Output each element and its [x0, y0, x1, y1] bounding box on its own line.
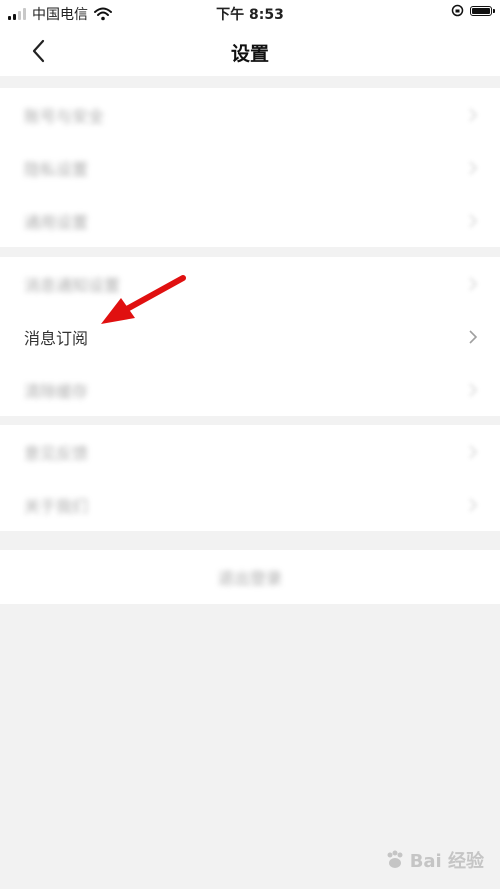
chevron-right-icon — [469, 497, 478, 512]
row-label: 通用设置 — [24, 212, 89, 232]
row-label: 清除缓存 — [24, 381, 89, 401]
status-time: 下午 8:53 — [216, 7, 284, 23]
battery-icon — [470, 5, 495, 16]
settings-group-2: 消息通知设置 消息订阅 清除缓存 — [0, 257, 500, 416]
row-label: 关于我们 — [24, 496, 89, 516]
settings-row[interactable]: 关于我们 — [0, 478, 500, 531]
chevron-right-icon — [469, 276, 478, 291]
settings-group-3: 意见反馈 关于我们 — [0, 425, 500, 531]
logout-label: 退出登录 — [217, 569, 282, 588]
row-label-message-subscription: 消息订阅 — [24, 328, 89, 348]
paw-icon — [387, 850, 403, 868]
logout-button[interactable]: 退出登录 — [0, 550, 500, 604]
row-label: 账号与安全 — [24, 106, 105, 126]
row-label: 意见反馈 — [24, 443, 89, 463]
page-title: 设置 — [230, 43, 269, 65]
settings-row[interactable]: 通用设置 — [0, 194, 500, 247]
watermark: Bai 经验 — [384, 847, 484, 873]
settings-row[interactable]: 账号与安全 — [0, 88, 500, 141]
settings-row[interactable]: 隐私设置 — [0, 141, 500, 194]
settings-row[interactable]: 清除缓存 — [0, 363, 500, 416]
chevron-right-icon — [469, 329, 478, 344]
watermark-text: Bai 经验 — [409, 851, 484, 872]
status-bar: 中国电信 下午 8:53 — [0, 0, 500, 26]
chevron-right-icon — [469, 107, 478, 122]
chevron-right-icon — [469, 160, 478, 175]
row-label: 隐私设置 — [24, 159, 89, 179]
rotation-lock-icon — [451, 4, 464, 17]
status-right — [451, 4, 495, 17]
settings-row-message-subscription[interactable]: 消息订阅 — [0, 310, 500, 363]
red-arrow-annotation — [101, 275, 186, 324]
chevron-right-icon — [469, 213, 478, 228]
settings-row[interactable]: 意见反馈 — [0, 425, 500, 478]
settings-row[interactable]: 消息通知设置 — [0, 257, 500, 310]
chevron-right-icon — [469, 382, 478, 397]
chevron-right-icon — [469, 444, 478, 459]
settings-group-1: 账号与安全 隐私设置 通用设置 — [0, 88, 500, 247]
nav-bar: 设置 — [0, 26, 500, 76]
